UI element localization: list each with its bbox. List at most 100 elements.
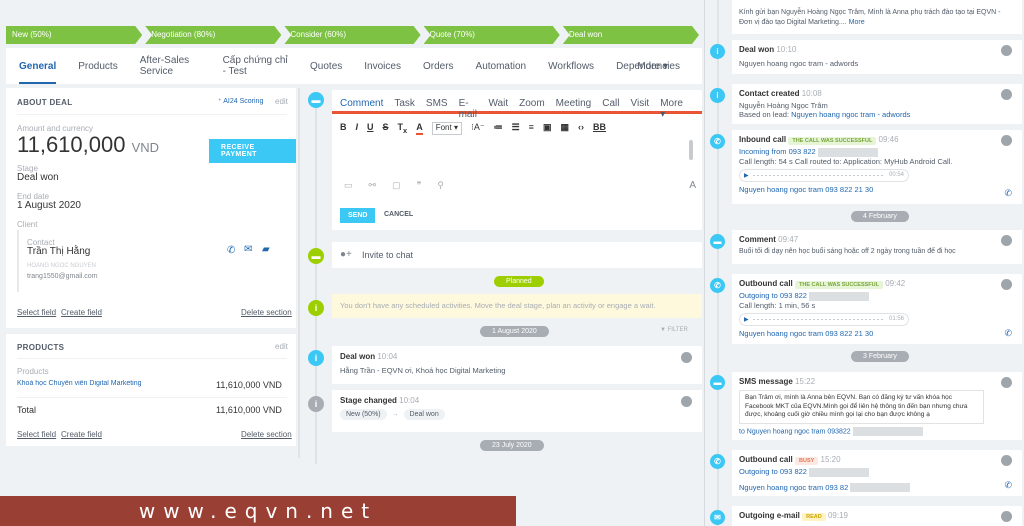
- callback-icon[interactable]: ✆: [1004, 328, 1012, 339]
- send-button[interactable]: SEND: [340, 208, 376, 223]
- feed-time: 10:04: [377, 352, 398, 361]
- tab-general[interactable]: General: [19, 61, 57, 84]
- tab-wait[interactable]: Wait: [488, 98, 508, 111]
- numbered-list-icon[interactable]: ≔: [494, 122, 503, 135]
- font-size-icon[interactable]: ⁝A⁻: [471, 122, 485, 135]
- tab-more[interactable]: More ▾: [637, 61, 668, 72]
- tab-more-label: More: [637, 60, 661, 72]
- font-select[interactable]: Font ▾: [431, 122, 462, 135]
- bold-icon[interactable]: B: [340, 122, 347, 135]
- video-icon[interactable]: ▢: [392, 180, 401, 191]
- text-color-icon[interactable]: A: [416, 122, 423, 135]
- link-icon[interactable]: ⚯: [369, 180, 377, 191]
- mail-icon[interactable]: ✉: [244, 244, 252, 255]
- tab-workflows[interactable]: Workflows: [548, 61, 594, 72]
- tab-orders[interactable]: Orders: [423, 61, 454, 72]
- avatar: [1001, 455, 1012, 466]
- tab-quotes[interactable]: Quotes: [310, 61, 342, 72]
- cancel-button[interactable]: CANCEL: [384, 211, 413, 218]
- history-time: 09:42: [885, 279, 906, 288]
- filter-button[interactable]: ▼ FILTER: [660, 327, 688, 333]
- ai-scoring-link[interactable]: ⁺ AI24 Scoring: [218, 97, 263, 105]
- callback-icon[interactable]: ✆: [1004, 480, 1012, 491]
- play-icon[interactable]: ▶: [744, 316, 749, 323]
- bullet-list-icon[interactable]: ☰: [512, 122, 520, 135]
- italic-icon[interactable]: I: [356, 122, 359, 135]
- stage-quote[interactable]: Quote (70%): [424, 26, 560, 44]
- tab-sms[interactable]: SMS: [426, 98, 448, 111]
- underline-icon[interactable]: U: [367, 122, 374, 135]
- create-field-link[interactable]: Create field: [61, 308, 102, 317]
- more-link[interactable]: More: [849, 19, 865, 26]
- editor-scrollbar[interactable]: [689, 140, 693, 160]
- phone-icon[interactable]: ✆: [227, 245, 235, 256]
- audio-waveform[interactable]: [752, 318, 885, 320]
- invite-chat-bar[interactable]: ●+ Invite to chat: [332, 242, 702, 268]
- avatar: [1001, 235, 1012, 246]
- quote-icon[interactable]: ❞: [417, 180, 422, 191]
- tab-email[interactable]: E-mail: [459, 98, 478, 120]
- history-header: Inbound call THE CALL WAS SUCCESSFUL 09:…: [739, 135, 1015, 145]
- chevron-down-icon: ▾: [662, 60, 668, 72]
- select-field-link[interactable]: Select field: [17, 308, 56, 317]
- audio-player[interactable]: ▶ 00:54: [739, 168, 909, 182]
- client-box: Contact Trần Thị Hằng HOANG NGOC NGUYEN …: [17, 230, 287, 292]
- outgoing-number[interactable]: Outgoing to 093 822: [739, 467, 1015, 477]
- audio-player[interactable]: ▶ 01:56: [739, 312, 909, 326]
- products-edit-link[interactable]: edit: [275, 342, 288, 351]
- mention-icon[interactable]: ⚲: [437, 180, 444, 191]
- tab-certificate[interactable]: Cấp chứng chỉ - Test: [223, 55, 288, 77]
- text-format-toggle-icon[interactable]: A: [689, 180, 696, 191]
- call-contact-link[interactable]: Nguyen hoang ngoc tram 093 82: [739, 483, 1015, 493]
- tab-call[interactable]: Call: [602, 98, 619, 111]
- tab-products[interactable]: Products: [78, 61, 117, 72]
- sms-recipient[interactable]: to Nguyen hoang ngoc tram 093822: [739, 426, 1015, 436]
- callback-icon[interactable]: ✆: [1004, 188, 1012, 199]
- audio-waveform[interactable]: [752, 174, 885, 176]
- product-item-name[interactable]: Khoá học Chuyên viên Digital Marketing: [17, 380, 187, 387]
- feed-deal-won: Deal won 10:04 Hằng Trần - EQVN ơi, Khoá…: [332, 346, 702, 384]
- contact-name[interactable]: Trần Thị Hằng: [27, 246, 90, 257]
- code-icon[interactable]: ‹›: [578, 122, 584, 135]
- tab-meeting[interactable]: Meeting: [556, 98, 592, 111]
- call-contact-link[interactable]: Nguyen hoang ngoc tram 093 822 21 30: [739, 329, 1015, 338]
- create-field-link[interactable]: Create field: [61, 430, 102, 439]
- tab-after-sales[interactable]: After-Sales Service: [140, 55, 201, 77]
- image-icon[interactable]: ▣: [543, 122, 552, 135]
- chat-icon[interactable]: ▰: [262, 244, 270, 255]
- stage-new[interactable]: New (50%): [6, 26, 142, 44]
- align-icon[interactable]: ≡: [529, 122, 534, 135]
- tab-invoices[interactable]: Invoices: [364, 61, 401, 72]
- delete-section-link[interactable]: Delete section: [241, 430, 292, 439]
- select-field-link[interactable]: Select field: [17, 430, 56, 439]
- stage-consider[interactable]: Consider (60%): [284, 26, 420, 44]
- table-icon[interactable]: ▦: [560, 122, 569, 135]
- tab-visit[interactable]: Visit: [630, 98, 649, 111]
- history-title: Deal won: [739, 45, 775, 54]
- tab-comment[interactable]: Comment: [340, 98, 383, 111]
- clear-format-icon[interactable]: Tx: [398, 122, 408, 135]
- stage-negotiation[interactable]: Negotiation (80%): [145, 26, 281, 44]
- tab-automation[interactable]: Automation: [476, 61, 527, 72]
- feed-title: Stage changed: [340, 396, 397, 405]
- incoming-number[interactable]: Incoming from 093 822: [739, 147, 1015, 157]
- play-icon[interactable]: ▶: [744, 172, 749, 179]
- tab-zoom[interactable]: Zoom: [519, 98, 545, 111]
- delete-section-link[interactable]: Delete section: [241, 308, 292, 317]
- column-divider: [298, 88, 300, 458]
- based-on-label: Based on lead:: [739, 110, 790, 119]
- tab-task[interactable]: Task: [394, 98, 415, 111]
- history-outbound-call: Outbound call THE CALL WAS SUCCESSFUL 09…: [732, 274, 1022, 344]
- call-length: Call length: 54 s Call routed to: Applic…: [739, 156, 953, 166]
- file-icon[interactable]: ▭: [344, 180, 353, 191]
- stage-deal-won[interactable]: Deal won: [563, 26, 699, 44]
- receive-payment-button[interactable]: RECEIVE PAYMENT: [209, 139, 296, 163]
- tab-activity-more[interactable]: More ▾: [660, 98, 683, 120]
- outgoing-number[interactable]: Outgoing to 093 822: [739, 291, 1015, 301]
- about-edit-link[interactable]: edit: [275, 97, 288, 106]
- call-contact-link[interactable]: Nguyen hoang ngoc tram 093 822 21 30: [739, 185, 1015, 194]
- bbcode-icon[interactable]: BB: [593, 122, 606, 135]
- contact-email[interactable]: trang1550@gmail.com: [27, 273, 98, 280]
- lead-link[interactable]: Nguyen hoang ngoc tram - adwords: [791, 110, 910, 119]
- strike-icon[interactable]: S: [383, 122, 389, 135]
